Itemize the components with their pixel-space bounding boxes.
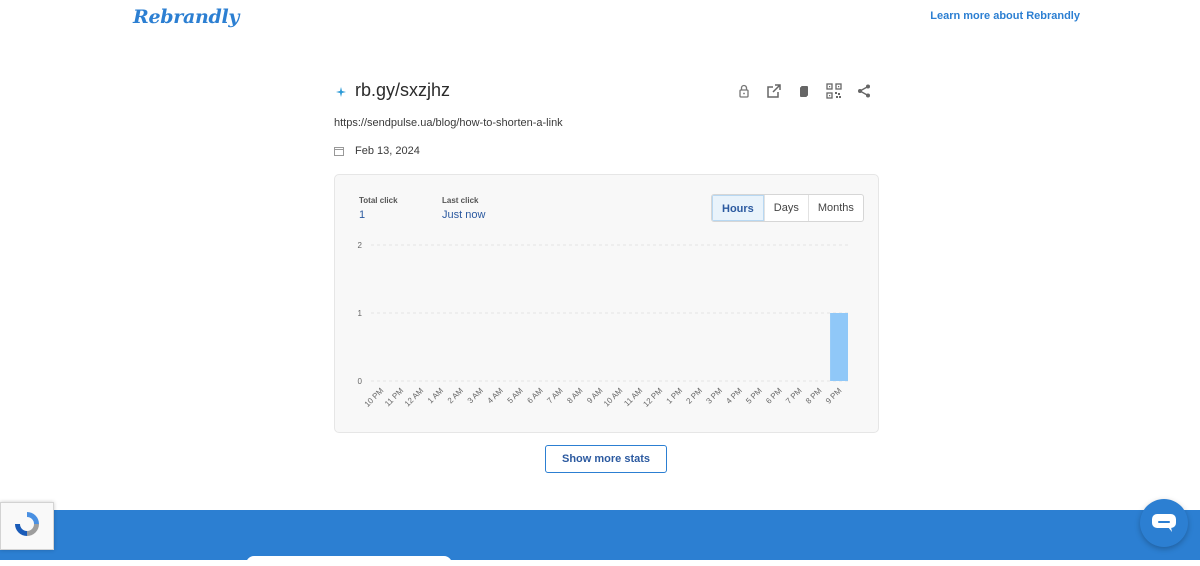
x-tick-label: 1 PM bbox=[665, 386, 685, 406]
y-tick-label: 1 bbox=[358, 309, 363, 318]
created-date: Feb 13, 2024 bbox=[334, 145, 420, 157]
copy-icon[interactable] bbox=[795, 82, 813, 100]
x-tick-label: 11 PM bbox=[383, 386, 406, 409]
chat-bubble-icon bbox=[1152, 514, 1176, 532]
link-actions bbox=[735, 82, 873, 100]
link-header: rb.gy/sxzjhz bbox=[334, 80, 879, 104]
learn-more-link[interactable]: Learn more about Rebrandly bbox=[930, 10, 1080, 22]
x-tick-label: 8 AM bbox=[565, 386, 584, 405]
x-tick-label: 12 AM bbox=[403, 386, 426, 409]
x-tick-label: 5 PM bbox=[744, 386, 764, 406]
stats-card: Total click 1 Last click Just now Hours … bbox=[334, 174, 879, 433]
x-tick-label: 12 PM bbox=[641, 386, 664, 409]
x-tick-label: 3 AM bbox=[466, 386, 485, 405]
x-tick-label: 8 PM bbox=[804, 386, 824, 406]
x-tick-label: 11 AM bbox=[622, 386, 644, 408]
x-tick-label: 4 AM bbox=[486, 386, 505, 405]
sparkle-icon bbox=[336, 87, 346, 97]
x-tick-label: 1 AM bbox=[426, 386, 445, 405]
destination-url[interactable]: https://sendpulse.ua/blog/how-to-shorten… bbox=[334, 117, 563, 129]
recaptcha-icon bbox=[15, 512, 39, 536]
x-tick-label: 2 AM bbox=[446, 386, 465, 405]
date-text: Feb 13, 2024 bbox=[355, 145, 420, 157]
x-tick-label: 6 AM bbox=[525, 386, 544, 405]
x-tick-label: 10 PM bbox=[363, 386, 386, 409]
show-more-stats-button[interactable]: Show more stats bbox=[545, 445, 667, 473]
x-tick-label: 2 PM bbox=[684, 386, 704, 406]
x-tick-label: 10 AM bbox=[602, 386, 625, 409]
x-tick-label: 6 PM bbox=[764, 386, 784, 406]
x-tick-label: 5 AM bbox=[506, 386, 525, 405]
footer-card bbox=[246, 556, 452, 566]
footer-band bbox=[0, 510, 1200, 566]
x-tick-label: 3 PM bbox=[704, 386, 724, 406]
open-external-icon[interactable] bbox=[765, 82, 783, 100]
x-tick-label: 7 PM bbox=[784, 386, 804, 406]
chart-bar[interactable] bbox=[830, 313, 849, 381]
y-tick-label: 2 bbox=[358, 241, 363, 250]
x-tick-label: 7 AM bbox=[545, 386, 564, 405]
short-url[interactable]: rb.gy/sxzjhz bbox=[355, 80, 450, 101]
rebrandly-logo[interactable]: Rebrandly bbox=[133, 6, 239, 28]
qr-code-icon[interactable] bbox=[825, 82, 843, 100]
lock-icon[interactable] bbox=[735, 82, 753, 100]
recaptcha-badge[interactable] bbox=[0, 502, 54, 550]
chat-button[interactable] bbox=[1140, 499, 1188, 547]
share-icon[interactable] bbox=[855, 82, 873, 100]
clicks-chart: 01210 PM11 PM12 AM 1 AM 2 AM 3 AM 4 AM 5 AM 6 … bbox=[358, 241, 849, 409]
y-tick-label: 0 bbox=[358, 377, 363, 386]
calendar-icon bbox=[334, 147, 344, 156]
top-bar: Rebrandly Learn more about Rebrandly bbox=[0, 0, 1200, 40]
x-tick-label: 4 PM bbox=[724, 386, 744, 406]
x-tick-label: 9 PM bbox=[824, 386, 844, 406]
